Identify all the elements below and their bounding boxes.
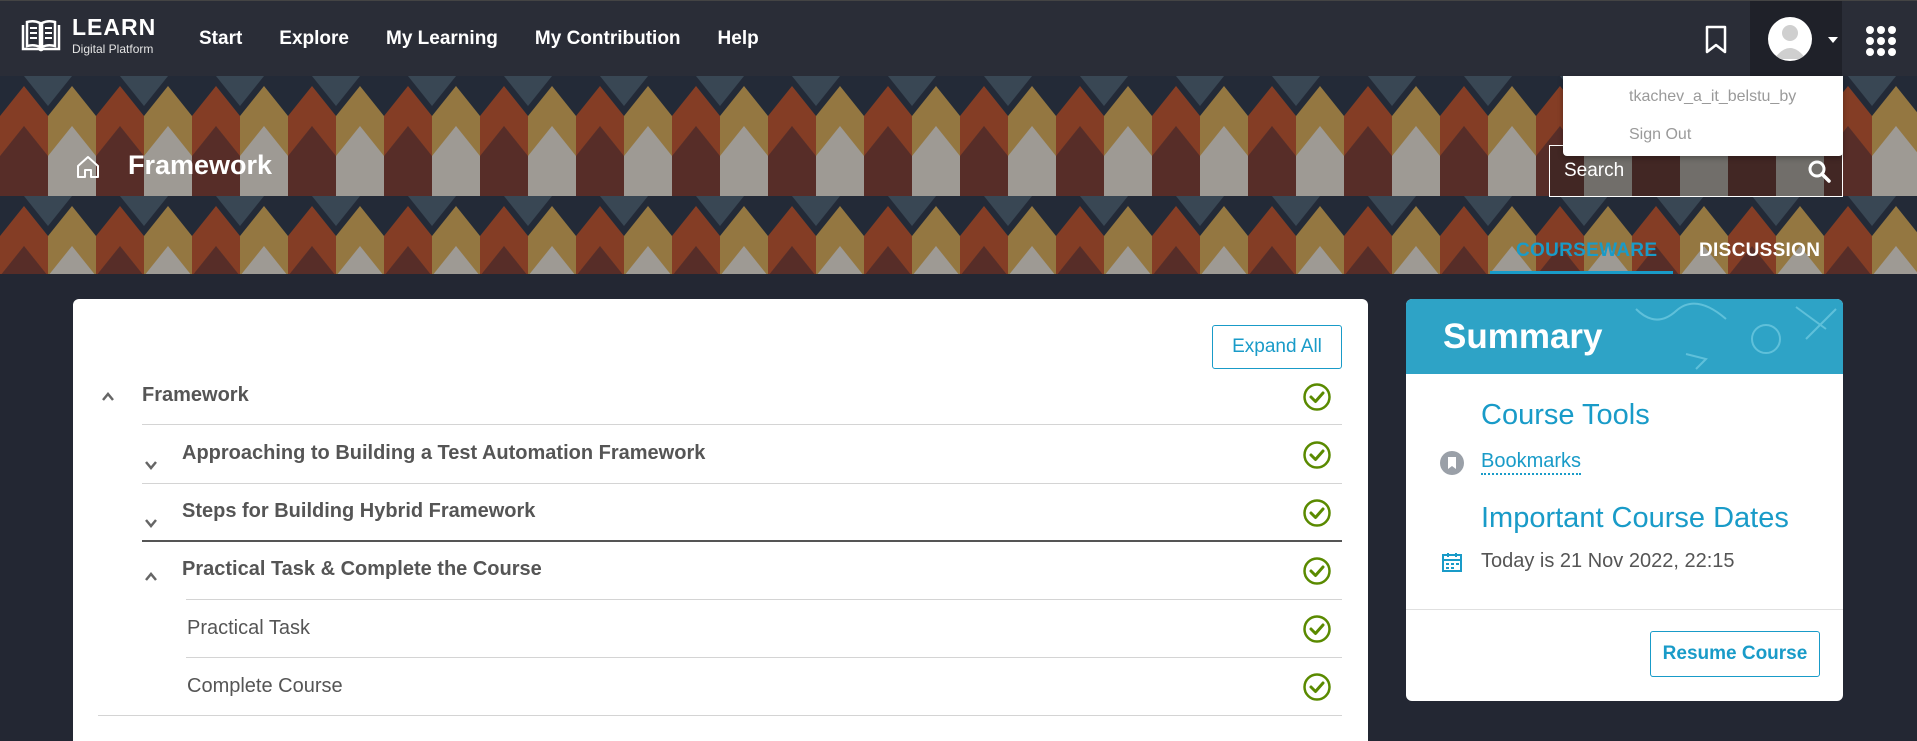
- main-nav: Start Explore My Learning My Contributio…: [199, 1, 796, 77]
- unit-row[interactable]: Complete Course: [187, 675, 343, 698]
- check-circle-icon: [1303, 557, 1331, 585]
- subsection-title: Steps for Building Hybrid Framework: [182, 500, 536, 522]
- avatar-icon: [1768, 17, 1812, 61]
- check-circle-icon: [1303, 499, 1331, 527]
- chevron-up-icon[interactable]: [101, 390, 115, 404]
- nav-my-contribution[interactable]: My Contribution: [535, 28, 681, 50]
- subsection-title: Practical Task & Complete the Course: [182, 558, 542, 580]
- book-logo-icon: [21, 19, 61, 52]
- apps-grid-icon[interactable]: [1866, 26, 1896, 56]
- check-circle-icon: [1303, 441, 1331, 469]
- bookmark-icon: [1440, 451, 1464, 475]
- summary-card: Summary Course Tools Bookmarks Important…: [1406, 299, 1843, 701]
- home-icon[interactable]: [75, 154, 101, 180]
- nav-help[interactable]: Help: [718, 28, 759, 50]
- tab-courseware[interactable]: COURSEWARE: [1516, 240, 1657, 262]
- section-title: Framework: [142, 384, 249, 406]
- check-circle-icon: [1303, 673, 1331, 701]
- check-circle-icon: [1303, 615, 1331, 643]
- unit-row[interactable]: Practical Task: [187, 617, 310, 640]
- nav-my-learning[interactable]: My Learning: [386, 28, 498, 50]
- course-tools-heading: Course Tools: [1481, 399, 1650, 431]
- brand-logo[interactable]: LEARN Digital Platform: [20, 15, 156, 57]
- summary-title: Summary: [1443, 317, 1603, 356]
- top-navbar: LEARN Digital Platform Start Explore My …: [0, 0, 1917, 77]
- sign-out-link[interactable]: Sign Out: [1629, 126, 1691, 144]
- tab-discussion[interactable]: DISCUSSION: [1699, 240, 1820, 262]
- user-menu-toggle[interactable]: [1750, 1, 1842, 77]
- dropdown-username[interactable]: tkachev_a_it_belstu_by: [1629, 88, 1796, 106]
- page-title: Framework: [128, 150, 273, 180]
- unit-title: Practical Task: [187, 617, 311, 639]
- nav-start[interactable]: Start: [199, 28, 242, 50]
- section-row[interactable]: Framework: [142, 384, 249, 407]
- important-dates-heading: Important Course Dates: [1481, 502, 1789, 534]
- bookmarks-link[interactable]: Bookmarks: [1481, 449, 1582, 475]
- caret-down-icon: [1828, 37, 1838, 43]
- subsection-title: Approaching to Building a Test Automatio…: [182, 442, 706, 464]
- chevron-up-icon[interactable]: [144, 570, 158, 584]
- chevron-down-icon[interactable]: [144, 516, 158, 530]
- brand-title: LEARN: [72, 14, 157, 40]
- search-icon[interactable]: [1806, 158, 1832, 184]
- subsection-row[interactable]: Practical Task & Complete the Course: [182, 558, 542, 581]
- today-date: Today is 21 Nov 2022, 22:15: [1481, 550, 1735, 572]
- check-circle-icon: [1303, 383, 1331, 411]
- resume-course-button[interactable]: Resume Course: [1650, 631, 1820, 677]
- calendar-icon: [1442, 553, 1462, 572]
- active-tab-indicator: [1490, 271, 1673, 274]
- summary-header: Summary: [1406, 299, 1843, 374]
- subsection-row[interactable]: Steps for Building Hybrid Framework: [182, 500, 535, 523]
- subsection-row[interactable]: Approaching to Building a Test Automatio…: [182, 442, 705, 465]
- brand-subtitle: Digital Platform: [72, 42, 154, 56]
- bookmark-icon[interactable]: [1703, 25, 1729, 55]
- nav-explore[interactable]: Explore: [279, 28, 349, 50]
- expand-all-button[interactable]: Expand All: [1212, 325, 1342, 369]
- chevron-down-icon[interactable]: [144, 458, 158, 472]
- user-dropdown: tkachev_a_it_belstu_by Sign Out: [1563, 76, 1843, 156]
- unit-title: Complete Course: [187, 675, 343, 697]
